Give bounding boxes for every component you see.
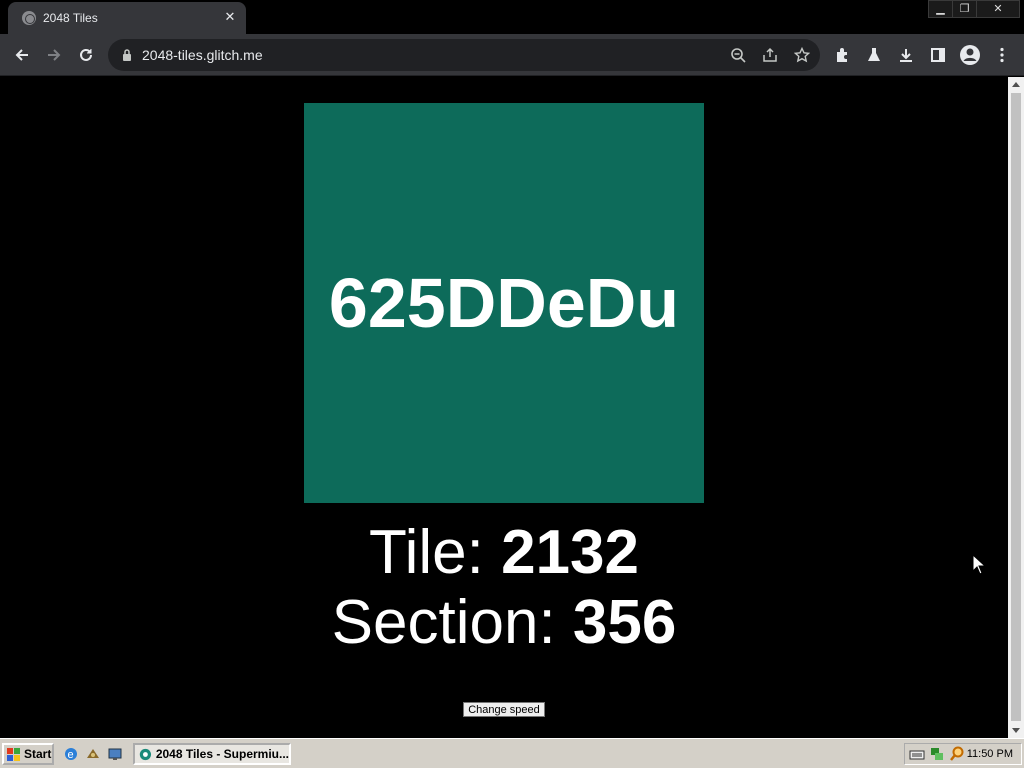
browser-app-icon bbox=[139, 748, 152, 760]
magnifier-icon[interactable] bbox=[949, 746, 965, 762]
tile-counter-value: 2132 bbox=[501, 518, 639, 587]
tab-strip: 2048 Tiles ✕ ▁ ❐ ✕ bbox=[0, 0, 1024, 34]
mouse-cursor-icon bbox=[972, 554, 986, 575]
windows-logo-icon bbox=[7, 747, 20, 761]
arrow-left-icon bbox=[15, 49, 28, 61]
back-button[interactable] bbox=[9, 42, 35, 68]
system-tray: 11:50 PM bbox=[904, 743, 1022, 765]
labs-flask-icon[interactable] bbox=[863, 44, 885, 66]
window-restore-button[interactable]: ❐ bbox=[952, 0, 977, 18]
windows-taskbar: Start e 2048 Tiles - Supermiu... 11:50 P… bbox=[0, 738, 1024, 768]
taskbar-window-button[interactable]: 2048 Tiles - Supermiu... bbox=[133, 743, 291, 765]
profile-avatar-icon[interactable] bbox=[959, 44, 981, 66]
lock-icon bbox=[123, 49, 131, 61]
taskbar-clock: 11:50 PM bbox=[966, 748, 1013, 760]
window-minimize-button[interactable]: ▁ bbox=[928, 0, 953, 18]
reload-icon bbox=[80, 48, 92, 61]
start-label: Start bbox=[24, 747, 52, 761]
download-icon[interactable] bbox=[895, 44, 917, 66]
page-viewport: 625DDeDu Tile: 2132 Section: 356 Change … bbox=[0, 77, 1008, 738]
globe-icon bbox=[22, 11, 36, 25]
reload-button[interactable] bbox=[73, 42, 99, 68]
svg-text:e: e bbox=[68, 749, 74, 761]
taskbar-window-label: 2048 Tiles - Supermiu... bbox=[155, 747, 289, 761]
network-icon[interactable] bbox=[929, 746, 945, 762]
forward-button[interactable] bbox=[41, 42, 67, 68]
show-desktop-icon[interactable] bbox=[107, 746, 123, 762]
window-close-button[interactable]: ✕ bbox=[976, 0, 1020, 18]
start-button[interactable]: Start bbox=[2, 743, 54, 765]
browser-toolbar: 2048-tiles.glitch.me bbox=[0, 34, 1024, 76]
share-icon[interactable] bbox=[760, 45, 780, 65]
quick-launch-icon[interactable] bbox=[85, 746, 101, 762]
arrow-right-icon bbox=[48, 49, 61, 61]
section-counter-value: 356 bbox=[572, 588, 677, 657]
url-text: 2048-tiles.glitch.me bbox=[142, 47, 263, 63]
scrollbar-thumb[interactable] bbox=[1011, 93, 1021, 721]
extensions-icon[interactable] bbox=[831, 44, 853, 66]
vertical-scrollbar[interactable] bbox=[1008, 77, 1024, 738]
scroll-down-arrow-icon[interactable] bbox=[1012, 728, 1020, 733]
scroll-up-arrow-icon[interactable] bbox=[1012, 82, 1020, 87]
tab-title: 2048 Tiles bbox=[43, 11, 98, 25]
address-bar[interactable]: 2048-tiles.glitch.me bbox=[108, 39, 820, 71]
tab-close-button[interactable]: ✕ bbox=[222, 9, 238, 25]
bookmark-star-icon[interactable] bbox=[792, 45, 812, 65]
section-counter: Section: 356 bbox=[0, 587, 1008, 658]
tile-counter: Tile: 2132 bbox=[0, 517, 1008, 588]
internet-explorer-icon[interactable]: e bbox=[63, 746, 79, 762]
section-counter-label: Section: bbox=[331, 588, 573, 657]
change-speed-button[interactable]: Change speed bbox=[463, 702, 545, 717]
tile-square: 625DDeDu bbox=[304, 103, 704, 503]
tile-label: 625DDeDu bbox=[328, 264, 680, 342]
keyboard-icon[interactable] bbox=[909, 746, 925, 762]
menu-kebab-icon[interactable] bbox=[991, 44, 1013, 66]
zoom-icon[interactable] bbox=[728, 45, 748, 65]
side-panel-icon[interactable] bbox=[927, 44, 949, 66]
tile-counter-label: Tile: bbox=[369, 518, 502, 587]
browser-tab[interactable]: 2048 Tiles ✕ bbox=[8, 2, 246, 34]
